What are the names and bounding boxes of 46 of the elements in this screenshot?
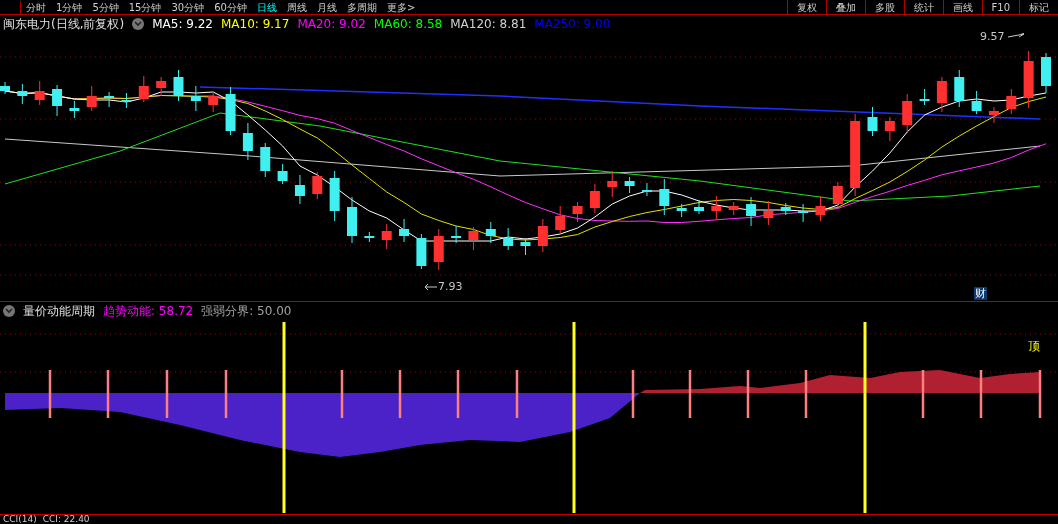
low-price-label: 7.93 (438, 280, 463, 293)
period-tab[interactable]: 1分钟 (51, 0, 88, 14)
ma-legend: MA5: 9.22 (152, 17, 213, 31)
ma-legend: MA10: 9.17 (220, 17, 290, 31)
period-tab[interactable]: 日线 (251, 0, 282, 14)
period-tab[interactable]: 5分钟 (87, 0, 124, 14)
dropdown-icon[interactable] (3, 305, 15, 317)
period-tab[interactable]: 分时 (21, 0, 51, 14)
signal-tick (979, 370, 983, 418)
period-tab[interactable]: 60分钟 (209, 0, 252, 14)
period-tab[interactable]: 15分钟 (123, 0, 167, 14)
signal-tick (224, 370, 228, 418)
period-tab[interactable]: 多周期 (341, 0, 382, 14)
period-tab[interactable]: 周线 (281, 0, 312, 14)
signal-tick (1038, 370, 1042, 418)
indicator-title: CCI(14) (3, 515, 37, 524)
ma-legend: MA120: 8.81 (450, 17, 527, 31)
ma-legend: MA20: 9.02 (297, 17, 366, 31)
leader-line (424, 283, 438, 291)
indicator-value: CCI: 22.40 (42, 515, 90, 524)
indicator-value: 强弱分界: 50.00 (201, 302, 292, 320)
indicator-title: 量价动能周期 (23, 302, 95, 320)
dropdown-icon[interactable] (132, 18, 145, 30)
signal-tick (48, 370, 52, 418)
stock-title: 闽东电力(日线,前复权) (3, 15, 125, 33)
signal-tick (398, 370, 402, 418)
signal-tick (106, 370, 110, 418)
news-badge[interactable]: 财 (974, 287, 987, 300)
signal-tick (631, 370, 635, 418)
signal-tick (746, 370, 750, 418)
signal-tick (165, 370, 169, 418)
signal-tick (456, 370, 460, 418)
signal-tick (515, 370, 519, 418)
signal-tick (688, 370, 692, 418)
period-tab[interactable]: 月线 (311, 0, 342, 14)
ma-legend: MA60: 8.58 (373, 17, 443, 31)
period-tab[interactable]: 更多> (381, 0, 421, 14)
high-price-label: 9.57 (980, 30, 1005, 43)
leader-line (1007, 33, 1025, 38)
signal-tick (804, 370, 808, 418)
signal-tick (921, 370, 925, 418)
signal-tick (340, 370, 344, 418)
ma-legend: MA250: 9.00 (534, 17, 611, 31)
period-tab[interactable]: 30分钟 (166, 0, 210, 14)
top-signal-marker: 顶 (1028, 338, 1040, 355)
indicator-value: 趋势动能: 58.72 (103, 302, 194, 320)
